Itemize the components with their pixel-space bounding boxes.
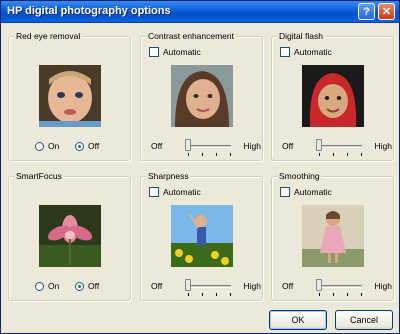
smartfocus-off-option[interactable]: Off: [75, 281, 99, 291]
digital-flash-group: Digital flash Automatic Off High: [271, 31, 394, 161]
sharpness-automatic-checkbox[interactable]: [149, 187, 159, 197]
flash-slider-high-label: High: [374, 141, 392, 151]
help-icon[interactable]: ?: [358, 3, 375, 20]
girl-in-dress-photo: [302, 205, 364, 267]
red-hood-child-photo: [302, 65, 364, 127]
sharpness-slider-thumb[interactable]: [185, 279, 191, 291]
sharpness-automatic-label: Automatic: [163, 187, 201, 197]
child-in-flowers-photo: [171, 205, 233, 267]
flash-slider[interactable]: Off High: [280, 139, 392, 159]
contrast-slider-thumb[interactable]: [185, 139, 191, 151]
red-eye-on-label: On: [48, 141, 60, 151]
ok-button[interactable]: OK: [269, 310, 327, 330]
red-eye-off-radio[interactable]: [75, 141, 84, 151]
red-eye-on-option[interactable]: On: [35, 141, 59, 151]
contrast-automatic-option[interactable]: Automatic: [149, 47, 201, 57]
smoothing-slider-track[interactable]: [318, 285, 362, 288]
contrast-slider-high-label: High: [243, 141, 261, 151]
contrast-automatic-label: Automatic: [163, 47, 201, 57]
sharpness-label: Sharpness: [146, 171, 191, 181]
dialog-window: HP digital photography options ? ✕ Red e…: [0, 0, 400, 334]
sharpness-slider[interactable]: Off High: [149, 279, 261, 299]
smoothing-group: Smoothing Automatic Off High: [271, 171, 394, 301]
sharpness-slider-high-label: High: [243, 281, 261, 291]
contrast-label: Contrast enhancement: [146, 31, 236, 41]
red-eye-off-label: Off: [88, 141, 100, 151]
smoothing-slider-thumb[interactable]: [316, 279, 322, 291]
smartfocus-on-radio[interactable]: [35, 281, 44, 291]
red-eye-on-radio[interactable]: [35, 141, 44, 151]
smoothing-automatic-checkbox[interactable]: [280, 187, 290, 197]
smartfocus-off-label: Off: [88, 281, 100, 291]
flash-automatic-label: Automatic: [294, 47, 332, 57]
contrast-automatic-checkbox[interactable]: [149, 47, 159, 57]
flash-automatic-checkbox[interactable]: [280, 47, 290, 57]
window-title: HP digital photography options: [7, 5, 171, 17]
smoothing-automatic-option[interactable]: Automatic: [280, 187, 332, 197]
smoothing-automatic-label: Automatic: [294, 187, 332, 197]
smoothing-slider-high-label: High: [374, 281, 392, 291]
flash-slider-thumb[interactable]: [316, 139, 322, 151]
digital-flash-label: Digital flash: [277, 31, 325, 41]
close-icon[interactable]: ✕: [378, 3, 395, 20]
contrast-slider-off-label: Off: [151, 141, 163, 151]
smartfocus-on-option[interactable]: On: [35, 281, 59, 291]
smartfocus-group: SmartFocus On Off: [8, 171, 131, 301]
contrast-group: Contrast enhancement Automatic Off High: [140, 31, 263, 161]
smoothing-label: Smoothing: [277, 171, 322, 181]
flash-automatic-option[interactable]: Automatic: [280, 47, 332, 57]
baby-photo: [39, 65, 101, 127]
smartfocus-off-radio[interactable]: [75, 281, 84, 291]
contrast-slider[interactable]: Off High: [149, 139, 261, 159]
red-eye-off-option[interactable]: Off: [75, 141, 99, 151]
cancel-button[interactable]: Cancel: [335, 310, 393, 330]
smartfocus-on-label: On: [48, 281, 60, 291]
red-eye-label: Red eye removal: [14, 31, 83, 41]
contrast-slider-track[interactable]: [187, 145, 231, 148]
flash-slider-off-label: Off: [282, 141, 294, 151]
girl-photo: [171, 65, 233, 127]
title-bar[interactable]: HP digital photography options ? ✕: [1, 1, 399, 23]
sharpness-slider-off-label: Off: [151, 281, 163, 291]
flash-slider-track[interactable]: [318, 145, 362, 148]
sharpness-automatic-option[interactable]: Automatic: [149, 187, 201, 197]
sharpness-slider-track[interactable]: [187, 285, 231, 288]
smoothing-slider-off-label: Off: [282, 281, 294, 291]
red-eye-group: Red eye removal On Off: [8, 31, 131, 161]
smartfocus-label: SmartFocus: [14, 171, 64, 181]
flower-photo: [39, 205, 101, 267]
sharpness-group: Sharpness Automatic Off High: [140, 171, 263, 301]
smoothing-slider[interactable]: Off High: [280, 279, 392, 299]
